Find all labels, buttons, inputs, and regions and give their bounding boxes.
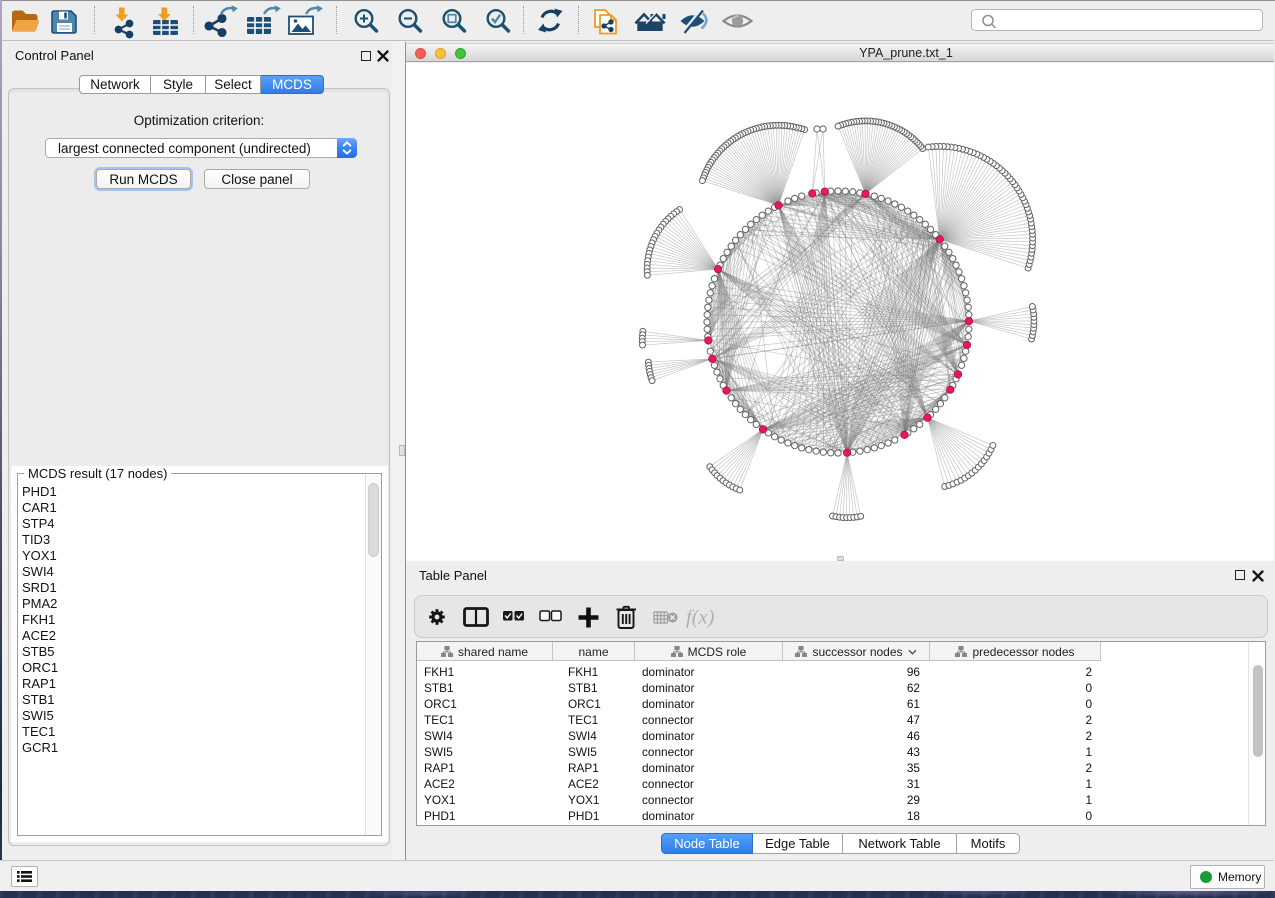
svg-text:f(x): f(x) (686, 607, 715, 629)
